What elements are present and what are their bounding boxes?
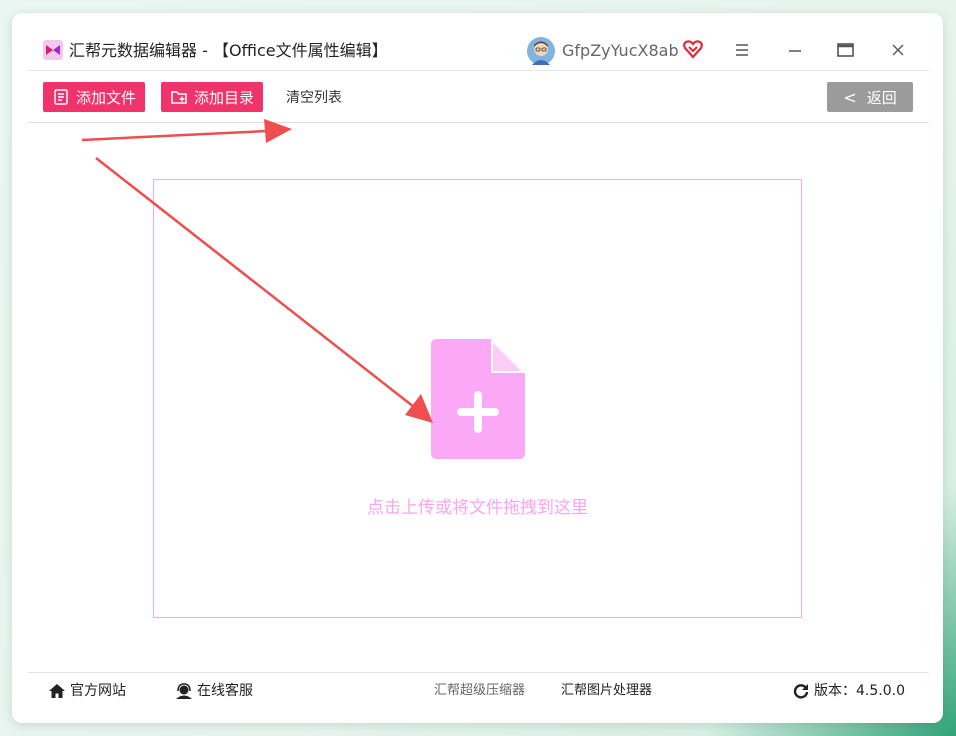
home-icon	[49, 684, 65, 698]
footer: 官方网站 在线客服 汇帮超级压缩器 汇帮图片处理器 版本： 4.5.0.0	[12, 673, 943, 713]
add-file-button[interactable]: 添加文件	[43, 82, 145, 112]
add-directory-label: 添加目录	[194, 88, 255, 107]
folder-plus-icon	[171, 91, 187, 104]
official-website-label: 官方网站	[70, 683, 126, 699]
user-avatar-icon[interactable]	[527, 37, 555, 65]
file-list-icon	[54, 89, 68, 105]
close-icon[interactable]	[886, 38, 910, 62]
online-service-link[interactable]: 在线客服	[175, 682, 253, 700]
refresh-icon	[793, 684, 809, 699]
file-drop-zone[interactable]: 点击上传或将文件拖拽到这里	[153, 179, 802, 618]
headset-icon	[176, 683, 192, 699]
version-label: 版本：	[814, 683, 856, 699]
clear-list-button[interactable]: 清空列表	[286, 89, 342, 107]
back-button[interactable]: < 返回	[827, 82, 913, 112]
username[interactable]: GfpZyYucX8ab	[562, 40, 679, 62]
app-window: 汇帮元数据编辑器 - 【Office文件属性编辑】 GfpZyYucX8ab 添…	[12, 13, 943, 723]
menu-icon[interactable]	[730, 38, 754, 62]
minimize-icon[interactable]	[783, 38, 807, 62]
add-directory-button[interactable]: 添加目录	[161, 82, 263, 112]
official-website-link[interactable]: 官方网站	[48, 682, 126, 700]
chevron-left-icon: <	[843, 87, 857, 107]
online-service-label: 在线客服	[197, 683, 253, 699]
app-logo-icon	[43, 40, 63, 60]
compressor-link[interactable]: 汇帮超级压缩器	[434, 682, 525, 700]
maximize-icon[interactable]	[833, 38, 857, 62]
add-file-label: 添加文件	[76, 88, 137, 107]
file-plus-icon	[431, 339, 525, 459]
window-title: 汇帮元数据编辑器 - 【Office文件属性编辑】	[69, 41, 388, 60]
toolbar: 添加文件 添加目录 清空列表	[12, 71, 943, 123]
version-number: 4.5.0.0	[856, 683, 905, 699]
toolbar-divider	[28, 122, 929, 123]
vip-heart-icon[interactable]	[682, 38, 704, 60]
title-bar: 汇帮元数据编辑器 - 【Office文件属性编辑】 GfpZyYucX8ab	[12, 13, 943, 71]
drop-hint-text: 点击上传或将文件拖拽到这里	[367, 498, 588, 518]
version-info[interactable]: 版本： 4.5.0.0	[792, 682, 905, 700]
back-label: 返回	[866, 88, 897, 107]
image-processor-link[interactable]: 汇帮图片处理器	[561, 682, 652, 700]
